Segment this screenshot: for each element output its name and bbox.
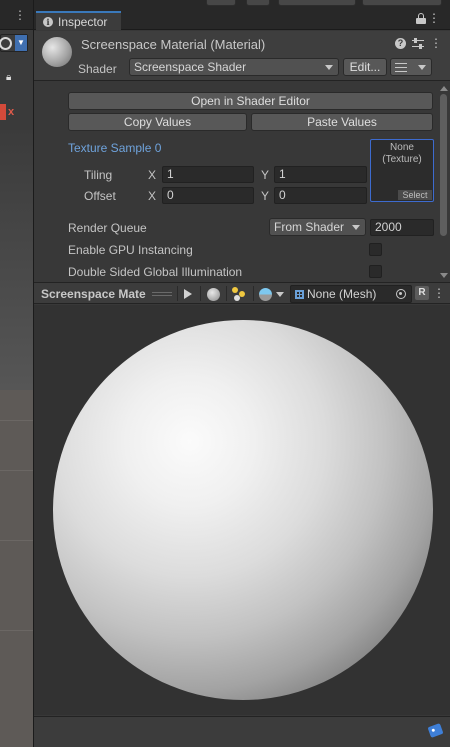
tiling-x-label[interactable]: X bbox=[148, 168, 156, 182]
info-icon: i bbox=[43, 16, 53, 27]
material-properties: Open in Shader Editor Copy Values Paste … bbox=[34, 82, 450, 280]
offset-y-label[interactable]: Y bbox=[261, 189, 269, 203]
separator bbox=[200, 286, 201, 301]
list-menu-dropdown[interactable] bbox=[390, 58, 432, 76]
lock-icon[interactable] bbox=[416, 13, 426, 24]
material-preview[interactable] bbox=[34, 305, 450, 715]
grid-line bbox=[0, 630, 33, 631]
chevron-down-icon bbox=[418, 65, 426, 70]
tiling-label: Tiling bbox=[84, 168, 113, 182]
tab-inspector[interactable]: i Inspector bbox=[36, 11, 121, 30]
sphere-mesh-icon[interactable] bbox=[207, 288, 220, 301]
lighting-icon[interactable] bbox=[232, 287, 246, 301]
double-sided-gi-label: Double Sided Global Illumination bbox=[68, 265, 243, 279]
scroll-down-icon[interactable] bbox=[440, 273, 448, 278]
help-icon[interactable]: ? bbox=[395, 37, 406, 49]
tiling-y-label[interactable]: Y bbox=[261, 168, 269, 182]
tiling-x-field[interactable]: 1 bbox=[162, 166, 254, 183]
toolbar-button-stub[interactable] bbox=[246, 0, 270, 6]
scene-tabbar: ⋮ bbox=[0, 0, 33, 30]
settings-sliders-icon[interactable] bbox=[412, 37, 424, 49]
tab-label: Inspector bbox=[58, 14, 108, 29]
paste-values-button[interactable]: Paste Values bbox=[251, 113, 433, 131]
kebab-menu-icon[interactable]: ⋮ bbox=[430, 37, 442, 49]
scene-sky bbox=[0, 130, 33, 390]
texture-property-label[interactable]: Texture Sample 0 bbox=[68, 141, 161, 155]
copy-values-button[interactable]: Copy Values bbox=[68, 113, 247, 131]
reset-preview-button[interactable]: R bbox=[415, 286, 429, 300]
scrollbar-thumb[interactable] bbox=[440, 94, 447, 236]
grid-line bbox=[0, 420, 33, 421]
inspector-tabbar: i Inspector ⋮ bbox=[34, 0, 450, 30]
preview-mesh-field[interactable]: None (Mesh) bbox=[290, 285, 412, 303]
toolbar-button-stub[interactable] bbox=[206, 0, 236, 6]
edit-shader-button[interactable]: Edit... bbox=[343, 58, 387, 76]
toolbar-dropdown-stub[interactable] bbox=[362, 0, 442, 6]
render-queue-field[interactable]: 2000 bbox=[370, 219, 434, 236]
gpu-instancing-checkbox[interactable] bbox=[369, 243, 382, 256]
shader-label: Shader bbox=[78, 62, 117, 76]
tiling-y-field[interactable]: 1 bbox=[274, 166, 367, 183]
inspector-panel: i Inspector ⋮ Screenspace Material (Mate… bbox=[33, 0, 450, 747]
preview-bottom-bar bbox=[34, 716, 450, 747]
offset-y-field[interactable]: 0 bbox=[274, 187, 367, 204]
material-header: Screenspace Material (Material) ? ⋮ Shad… bbox=[34, 31, 450, 81]
preview-title: Screenspace Mate bbox=[41, 287, 146, 301]
object-picker-icon[interactable] bbox=[396, 289, 406, 299]
render-queue-label: Render Queue bbox=[68, 221, 147, 235]
chevron-down-icon bbox=[325, 65, 333, 70]
offset-label: Offset bbox=[84, 189, 116, 203]
globe-gizmo-icon[interactable]: ▼ bbox=[0, 34, 28, 52]
texture-slot-label: None (Texture) bbox=[382, 142, 422, 165]
kebab-menu-icon[interactable]: ⋮ bbox=[14, 9, 26, 21]
render-queue-dropdown[interactable]: From Shader bbox=[269, 218, 366, 236]
offset-x-label[interactable]: X bbox=[148, 189, 156, 203]
open-shader-editor-button[interactable]: Open in Shader Editor bbox=[68, 92, 433, 110]
chevron-down-icon bbox=[352, 225, 360, 230]
lock-icon: 🔒︎ bbox=[6, 72, 12, 83]
shader-value: Screenspace Shader bbox=[134, 60, 247, 74]
grid-line bbox=[0, 540, 33, 541]
red-marker bbox=[0, 104, 6, 120]
grid-line bbox=[0, 470, 33, 471]
material-thumbnail bbox=[42, 37, 72, 67]
render-queue-mode: From Shader bbox=[274, 220, 345, 234]
texture-slot[interactable]: None (Texture) Select bbox=[370, 139, 434, 202]
gpu-instancing-label: Enable GPU Instancing bbox=[68, 243, 193, 257]
play-icon[interactable] bbox=[184, 289, 192, 299]
texture-select-button[interactable]: Select bbox=[398, 190, 432, 200]
toolbar-dropdown-stub[interactable] bbox=[278, 0, 356, 6]
separator bbox=[253, 286, 254, 301]
separator bbox=[226, 286, 227, 301]
chevron-down-icon[interactable] bbox=[276, 292, 284, 297]
chevron-down-icon[interactable]: ▼ bbox=[15, 35, 27, 51]
separator bbox=[177, 286, 178, 301]
asset-label-icon[interactable] bbox=[427, 723, 444, 738]
drag-handle-icon[interactable] bbox=[152, 292, 172, 296]
properties-scrollbar[interactable] bbox=[439, 86, 448, 278]
kebab-menu-icon[interactable]: ⋮ bbox=[428, 12, 440, 24]
shader-dropdown[interactable]: Screenspace Shader bbox=[129, 58, 339, 76]
kebab-menu-icon[interactable]: ⋮ bbox=[433, 287, 445, 299]
offset-x-field[interactable]: 0 bbox=[162, 187, 254, 204]
preview-mesh-value: None (Mesh) bbox=[307, 287, 377, 301]
scene-view-strip[interactable]: ⋮ ▼ 🔒︎ x bbox=[0, 0, 33, 747]
list-icon bbox=[395, 63, 407, 72]
preview-sphere bbox=[53, 320, 433, 700]
globe-icon bbox=[0, 36, 12, 50]
double-sided-gi-checkbox[interactable] bbox=[369, 265, 382, 278]
close-icon: x bbox=[8, 106, 15, 118]
mesh-icon bbox=[295, 290, 304, 299]
environment-icon[interactable] bbox=[259, 288, 272, 301]
scene-ground bbox=[0, 390, 33, 747]
preview-toolbar: Screenspace Mate None (Mesh) R ⋮ bbox=[34, 282, 450, 304]
scroll-up-icon[interactable] bbox=[440, 86, 448, 91]
material-title: Screenspace Material (Material) bbox=[81, 37, 266, 52]
